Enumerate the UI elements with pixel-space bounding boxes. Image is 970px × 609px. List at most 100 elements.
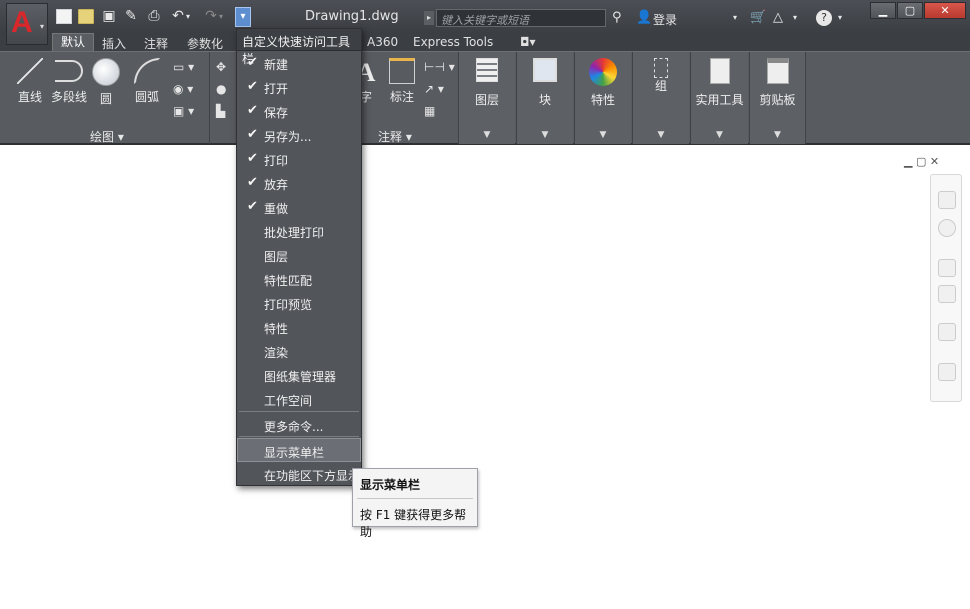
clipboard-icon bbox=[766, 58, 789, 84]
chevron-down-icon[interactable]: ▾ bbox=[793, 13, 797, 22]
showmotion-icon[interactable] bbox=[938, 363, 956, 381]
chevron-down-icon: ▾ bbox=[39, 22, 44, 31]
menu-item-save[interactable]: ✔ 保存 bbox=[237, 99, 361, 123]
minimize-button[interactable]: ▁ bbox=[870, 2, 896, 19]
group-panel[interactable]: 组 ▼ bbox=[632, 52, 689, 144]
search-input[interactable]: 键入关键字或短语 bbox=[436, 9, 606, 27]
move-icon[interactable]: ✥ bbox=[216, 60, 226, 74]
viewcube-icon[interactable] bbox=[938, 191, 956, 209]
tab-overflow-icon[interactable]: ◘▾ bbox=[520, 35, 536, 49]
chevron-down-icon[interactable]: ▾ bbox=[838, 13, 842, 22]
menu-item-show-below-ribbon[interactable]: 在功能区下方显示 bbox=[237, 462, 361, 486]
tab-insert[interactable]: 插入 bbox=[102, 35, 126, 52]
navigation-bar[interactable] bbox=[930, 174, 962, 402]
table-icon[interactable]: ▦ bbox=[424, 104, 435, 118]
layers-panel[interactable]: 图层 ▼ bbox=[458, 52, 515, 144]
line-label: 直线 bbox=[17, 90, 42, 104]
login-label[interactable]: 登录 bbox=[653, 11, 677, 28]
draw-panel-title[interactable]: 绘图 ▾ bbox=[90, 128, 124, 145]
calculator-icon bbox=[709, 58, 730, 84]
check-icon: ✔ bbox=[247, 199, 258, 214]
tab-annotate[interactable]: 注释 bbox=[144, 35, 168, 52]
close-button[interactable]: ✕ bbox=[924, 2, 966, 19]
menu-item-layer[interactable]: 图层 bbox=[237, 243, 361, 267]
annotation-panel-title[interactable]: 注释 ▾ bbox=[378, 128, 412, 145]
menu-item-workspace[interactable]: 工作空间 bbox=[237, 387, 361, 411]
viewport-controls[interactable]: ▁ ▢ ✕ bbox=[904, 155, 939, 168]
leader-icon[interactable]: ↗ ▾ bbox=[424, 82, 444, 96]
menu-item-more-commands[interactable]: 更多命令... bbox=[237, 413, 361, 437]
chevron-down-icon: ▼ bbox=[657, 130, 665, 140]
cart-icon[interactable]: 🛒 bbox=[750, 10, 766, 25]
menu-item-show-menubar[interactable]: 显示菜单栏 bbox=[237, 438, 361, 462]
arc-icon bbox=[134, 58, 160, 84]
circle-button[interactable]: 圆 bbox=[90, 58, 122, 107]
binoculars-icon[interactable]: ⚲ bbox=[612, 10, 622, 25]
open-icon[interactable] bbox=[78, 9, 94, 24]
menu-item-saveas[interactable]: ✔ 另存为... bbox=[237, 123, 361, 147]
drawing-canvas[interactable] bbox=[0, 145, 970, 609]
layers-icon bbox=[476, 58, 498, 82]
new-icon[interactable] bbox=[56, 9, 72, 24]
exchange-icon[interactable]: △ bbox=[773, 10, 783, 25]
utilities-panel[interactable]: 实用工具 ▼ bbox=[690, 52, 748, 144]
save-icon[interactable]: ▣ bbox=[101, 9, 117, 24]
check-icon: ✔ bbox=[247, 79, 258, 94]
clipboard-label: 剪贴板 bbox=[759, 93, 796, 107]
menu-item-new[interactable]: ✔ 新建 bbox=[237, 51, 361, 75]
tooltip: 显示菜单栏 按 F1 键获得更多帮助 bbox=[352, 468, 478, 539]
customize-dropdown-icon[interactable]: ▾ bbox=[235, 7, 251, 27]
zoom-icon[interactable] bbox=[938, 285, 956, 303]
menu-item-batch-plot[interactable]: 批处理打印 bbox=[237, 219, 361, 243]
menu-item-plot-preview[interactable]: 打印预览 bbox=[237, 291, 361, 315]
application-menu-button[interactable]: A ▾ bbox=[6, 3, 48, 45]
linear-dim-icon[interactable]: ⊢⊣ ▾ bbox=[424, 60, 455, 74]
chevron-down-icon[interactable]: ▾ bbox=[733, 13, 737, 22]
hatch-icon[interactable]: ◉ ▾ bbox=[173, 82, 193, 96]
dimension-label: 标注 bbox=[389, 90, 414, 104]
chevron-down-icon: ▼ bbox=[541, 130, 549, 140]
user-icon[interactable]: 👤 bbox=[636, 10, 652, 25]
copy-icon[interactable]: ▙ bbox=[216, 104, 225, 118]
maximize-button[interactable]: ▢ bbox=[897, 2, 923, 19]
region-icon[interactable]: ▣ ▾ bbox=[173, 104, 194, 118]
circle-icon bbox=[92, 58, 120, 86]
steering-wheel-icon[interactable] bbox=[938, 219, 956, 237]
properties-panel[interactable]: 特性 ▼ bbox=[574, 52, 631, 144]
tooltip-title: 显示菜单栏 bbox=[360, 478, 421, 492]
print-icon[interactable]: ⎙ bbox=[146, 9, 162, 24]
polyline-button[interactable]: 多段线 bbox=[50, 58, 88, 105]
menu-item-properties[interactable]: 特性 bbox=[237, 315, 361, 339]
orbit-icon[interactable] bbox=[938, 323, 956, 341]
properties-label: 特性 bbox=[590, 93, 615, 107]
tab-a360[interactable]: A360 bbox=[367, 35, 398, 49]
menu-item-sheet-set-manager[interactable]: 图纸集管理器 bbox=[237, 363, 361, 387]
menu-item-undo[interactable]: ✔ 放弃 bbox=[237, 171, 361, 195]
undo-dropdown-icon[interactable]: ▾ bbox=[184, 9, 192, 24]
saveas-icon[interactable]: ✎ bbox=[123, 9, 139, 24]
caret-right-icon[interactable]: ▸ bbox=[424, 11, 434, 25]
help-icon[interactable]: ? bbox=[816, 10, 832, 26]
line-button[interactable]: 直线 bbox=[14, 58, 46, 105]
ribbon: 直线 多段线 圆 圆弧 ▭ ▾ ◉ ▾ ▣ ▾ ✥ ● ▙ 绘图 ▾ A 字 标… bbox=[0, 51, 970, 145]
rotate-icon[interactable]: ● bbox=[216, 82, 226, 96]
block-panel[interactable]: 块 ▼ bbox=[516, 52, 573, 144]
tab-parametric[interactable]: 参数化 bbox=[187, 35, 223, 52]
chevron-down-icon: ▼ bbox=[483, 130, 491, 140]
menu-item-match-properties[interactable]: 特性匹配 bbox=[237, 267, 361, 291]
circle-label: 圆 bbox=[99, 92, 112, 106]
arc-label: 圆弧 bbox=[134, 90, 159, 104]
redo-dropdown-icon[interactable]: ▾ bbox=[217, 9, 225, 24]
menu-item-render[interactable]: 渲染 bbox=[237, 339, 361, 363]
rectangle-icon[interactable]: ▭ ▾ bbox=[173, 60, 194, 74]
tab-home[interactable]: 默认 bbox=[52, 33, 95, 51]
menu-item-print[interactable]: ✔ 打印 bbox=[237, 147, 361, 171]
tab-express-tools[interactable]: Express Tools bbox=[413, 35, 493, 49]
dimension-button[interactable]: 标注 bbox=[386, 58, 418, 105]
pan-icon[interactable] bbox=[938, 259, 956, 277]
utilities-label: 实用工具 bbox=[695, 93, 744, 107]
menu-item-open[interactable]: ✔ 打开 bbox=[237, 75, 361, 99]
menu-item-redo[interactable]: ✔ 重做 bbox=[237, 195, 361, 219]
clipboard-panel[interactable]: 剪贴板 ▼ bbox=[749, 52, 806, 144]
arc-button[interactable]: 圆弧 bbox=[130, 58, 164, 105]
